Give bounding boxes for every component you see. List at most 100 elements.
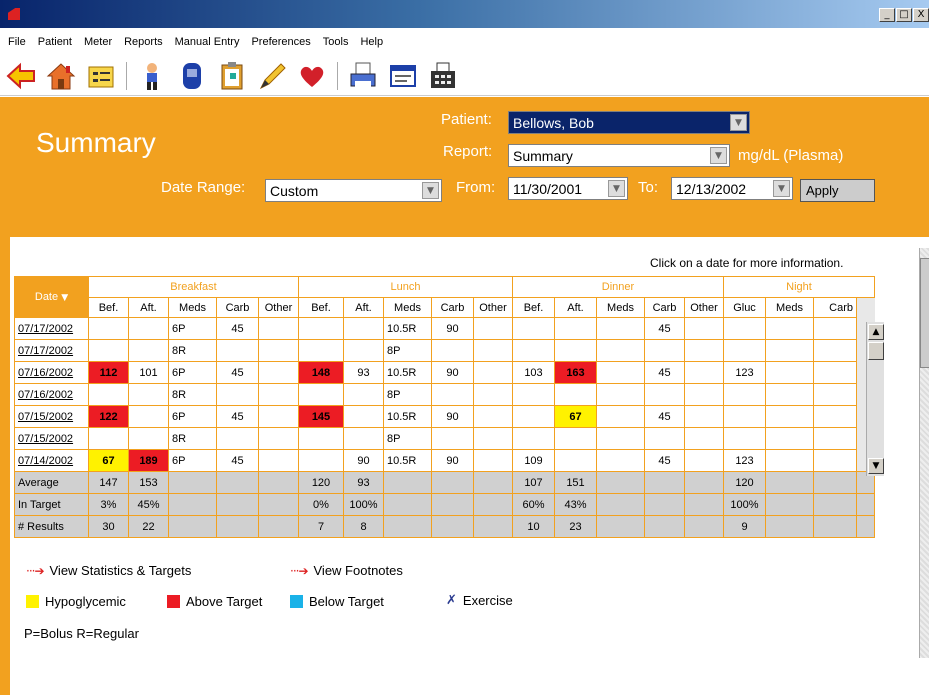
scroll-up-icon[interactable]: ▲ [868,324,884,340]
page-scrollbar[interactable] [919,248,929,658]
date-cell[interactable]: 07/16/2002 [14,383,89,406]
sort-down-icon[interactable]: ▼ [61,293,68,303]
menu-reports[interactable]: Reports [124,36,163,48]
chevron-down-icon[interactable]: ▼ [608,180,625,197]
menu-file[interactable]: File [8,36,26,48]
report-card-icon[interactable] [388,61,418,91]
clipboard-icon[interactable] [217,61,247,91]
to-date-value: 12/13/2002 [676,180,747,197]
back-arrow-icon[interactable] [6,61,36,91]
table-cell [512,427,555,450]
scroll-thumb[interactable] [868,342,884,360]
table-cell: 45 [644,449,685,472]
date-column-header[interactable]: Date ▼ [14,276,89,318]
view-footnotes-label[interactable]: View Footnotes [314,563,403,578]
summary-cell [765,493,814,516]
date-cell[interactable]: 07/17/2002 [14,339,89,362]
table-cell [431,427,474,450]
table-cell: 45 [644,361,685,384]
chevron-down-icon[interactable]: ▼ [773,180,790,197]
column-header: Carb [431,297,474,318]
exercise-icon: ✗ [446,593,457,608]
date-link[interactable]: 07/15/2002 [18,433,73,445]
from-label: From: [456,179,496,196]
column-header: Aft. [343,297,384,318]
close-button[interactable]: X [913,8,929,22]
date-link[interactable]: 07/16/2002 [18,389,73,401]
date-link[interactable]: 07/17/2002 [18,345,73,357]
table-cell [473,405,513,428]
table-cell [88,317,129,340]
summary-row: Average 147 153 120 93 107 151 120 [14,471,875,494]
summary-cell [168,493,217,516]
table-cell [298,427,344,450]
summary-cell: 22 [128,515,169,538]
table-scrollbar[interactable]: ▲ ▼ [866,322,884,476]
table-cell [128,339,169,362]
scroll-down-icon[interactable]: ▼ [868,458,884,474]
summary-cell [383,471,432,494]
date-link[interactable]: 07/15/2002 [18,411,73,423]
summary-cell: 43% [554,493,597,516]
home-icon[interactable] [46,61,76,91]
menu-preferences[interactable]: Preferences [251,36,310,48]
legend-above-target-label: Above Target [186,594,263,609]
date-link[interactable]: 07/16/2002 [18,367,73,379]
menu-manual-entry[interactable]: Manual Entry [175,36,240,48]
view-footnotes-link[interactable]: ···➔ View Footnotes [290,563,403,578]
date-range-select[interactable]: Custom ▼ [265,179,442,202]
menu-tools[interactable]: Tools [323,36,349,48]
legend-below-target: Below Target [290,594,384,609]
patient-list-icon[interactable] [86,61,116,91]
pencil-icon[interactable] [257,61,287,91]
date-link[interactable]: 07/14/2002 [18,455,73,467]
to-date-field[interactable]: 12/13/2002 ▼ [671,177,793,200]
maximize-button[interactable]: □ [896,8,912,22]
fax-icon[interactable] [428,61,458,91]
menu-help[interactable]: Help [360,36,383,48]
view-statistics-label[interactable]: View Statistics & Targets [50,563,192,578]
summary-cell [168,515,217,538]
summary-cell [684,471,724,494]
date-cell[interactable]: 07/16/2002 [14,361,89,384]
date-cell[interactable]: 07/15/2002 [14,405,89,428]
menu-meter[interactable]: Meter [84,36,112,48]
chevron-down-icon[interactable]: ▼ [710,147,727,164]
minimize-button[interactable]: _ [879,8,895,22]
report-select[interactable]: Summary ▼ [508,144,730,167]
print-icon[interactable] [348,61,378,91]
meter-icon[interactable] [177,61,207,91]
table-cell: 103 [512,361,555,384]
dotted-arrow-icon: ···➔ [290,563,308,578]
table-cell [258,405,299,428]
summary-cell [473,471,513,494]
table-cell [596,383,645,406]
date-cell[interactable]: 07/14/2002 [14,449,89,472]
menu-patient[interactable]: Patient [38,36,72,48]
from-date-field[interactable]: 11/30/2001 ▼ [508,177,628,200]
date-cell[interactable]: 07/17/2002 [14,317,89,340]
page-scroll-thumb[interactable] [920,258,929,368]
table-cell [88,427,129,450]
table-cell [765,317,814,340]
patient-select[interactable]: Bellows, Bob ▼ [508,111,750,134]
view-statistics-link[interactable]: ···➔ View Statistics & Targets [26,563,191,578]
table-cell: 45 [216,449,259,472]
table-cell: 6P [168,449,217,472]
chevron-down-icon[interactable]: ▼ [730,114,747,131]
summary-cell: 153 [128,471,169,494]
report-label: Report: [443,143,493,160]
table-cell [298,339,344,362]
table-cell [343,317,384,340]
date-cell[interactable]: 07/15/2002 [14,427,89,450]
table-cell [644,339,685,362]
summary-cell: 0% [298,493,344,516]
heart-icon[interactable] [297,61,327,91]
table-cell [644,383,685,406]
summary-cell [813,515,857,538]
table-cell [813,317,857,340]
date-link[interactable]: 07/17/2002 [18,323,73,335]
apply-button[interactable]: Apply [800,179,875,202]
person-icon[interactable] [137,61,167,91]
chevron-down-icon[interactable]: ▼ [422,182,439,199]
